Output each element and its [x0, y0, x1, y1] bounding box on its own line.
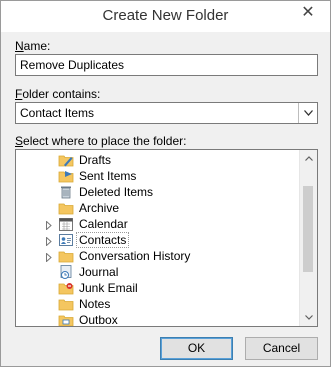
folder-tree[interactable]: Drafts Sent Items Deleted Items Archive Cale… — [15, 149, 318, 327]
tree-item-journal[interactable]: Journal — [16, 264, 301, 280]
expand-arrow-icon[interactable] — [45, 235, 53, 247]
tree-item-label: Junk Email — [79, 281, 138, 295]
expand-arrow-icon[interactable] — [45, 219, 53, 231]
location-label: Select where to place the folder: — [15, 134, 187, 148]
create-new-folder-dialog: Create New Folder ✕ Name: Remove Duplica… — [0, 0, 331, 367]
folder-icon — [58, 248, 74, 264]
cancel-button[interactable]: Cancel — [245, 337, 318, 360]
scroll-down-icon[interactable] — [300, 309, 317, 326]
tree-item-deleted-items[interactable]: Deleted Items — [16, 184, 301, 200]
dialog-title: Create New Folder — [102, 7, 229, 24]
folder-icon — [58, 200, 74, 216]
tree-item-conversation-history[interactable]: Conversation History — [16, 248, 301, 264]
tree-item-label: Archive — [79, 201, 120, 215]
title-bar: Create New Folder ✕ — [1, 1, 330, 32]
outbox-icon — [58, 312, 74, 326]
tree-item-drafts[interactable]: Drafts — [16, 152, 301, 168]
expand-arrow-icon[interactable] — [45, 251, 53, 263]
chevron-down-icon[interactable] — [298, 103, 317, 123]
deleted-items-icon — [58, 184, 74, 200]
scroll-thumb[interactable] — [303, 186, 313, 272]
folder-contains-label: Folder contains: — [15, 87, 101, 101]
name-label: Name: — [15, 39, 51, 53]
drafts-icon — [58, 152, 74, 168]
junk-email-icon — [58, 280, 74, 296]
tree-item-label: Notes — [79, 297, 111, 311]
tree-item-contacts[interactable]: Contacts — [16, 232, 301, 248]
tree-item-notes[interactable]: Notes — [16, 296, 301, 312]
close-button[interactable]: ✕ — [292, 1, 324, 23]
ok-button[interactable]: OK — [160, 337, 233, 360]
tree-item-label: Calendar — [79, 217, 128, 231]
contacts-icon — [58, 232, 74, 248]
tree-item-junk-email[interactable]: Junk Email — [16, 280, 301, 296]
name-input[interactable]: Remove Duplicates — [15, 54, 318, 76]
sent-items-icon — [58, 168, 74, 184]
tree-item-label: Journal — [79, 265, 119, 279]
folder-contains-select[interactable]: Contact Items — [15, 102, 318, 124]
tree-item-label: Outbox — [79, 313, 118, 327]
tree-item-calendar[interactable]: Calendar — [16, 216, 301, 232]
close-icon: ✕ — [301, 4, 315, 21]
tree-item-label: Deleted Items — [79, 185, 154, 199]
tree-item-sent-items[interactable]: Sent Items — [16, 168, 301, 184]
tree-scrollbar[interactable] — [299, 150, 317, 326]
tree-item-label: Sent Items — [79, 169, 137, 183]
scroll-up-icon[interactable] — [300, 150, 317, 167]
calendar-icon — [58, 216, 74, 232]
tree-item-outbox[interactable]: Outbox — [16, 312, 301, 327]
tree-item-label: Conversation History — [79, 249, 191, 263]
folder-icon — [58, 296, 74, 312]
folder-contains-value: Contact Items — [20, 106, 95, 120]
journal-icon — [58, 264, 74, 280]
tree-item-label: Drafts — [79, 153, 112, 167]
tree-item-archive[interactable]: Archive — [16, 200, 301, 216]
tree-item-label: Contacts — [75, 232, 130, 248]
